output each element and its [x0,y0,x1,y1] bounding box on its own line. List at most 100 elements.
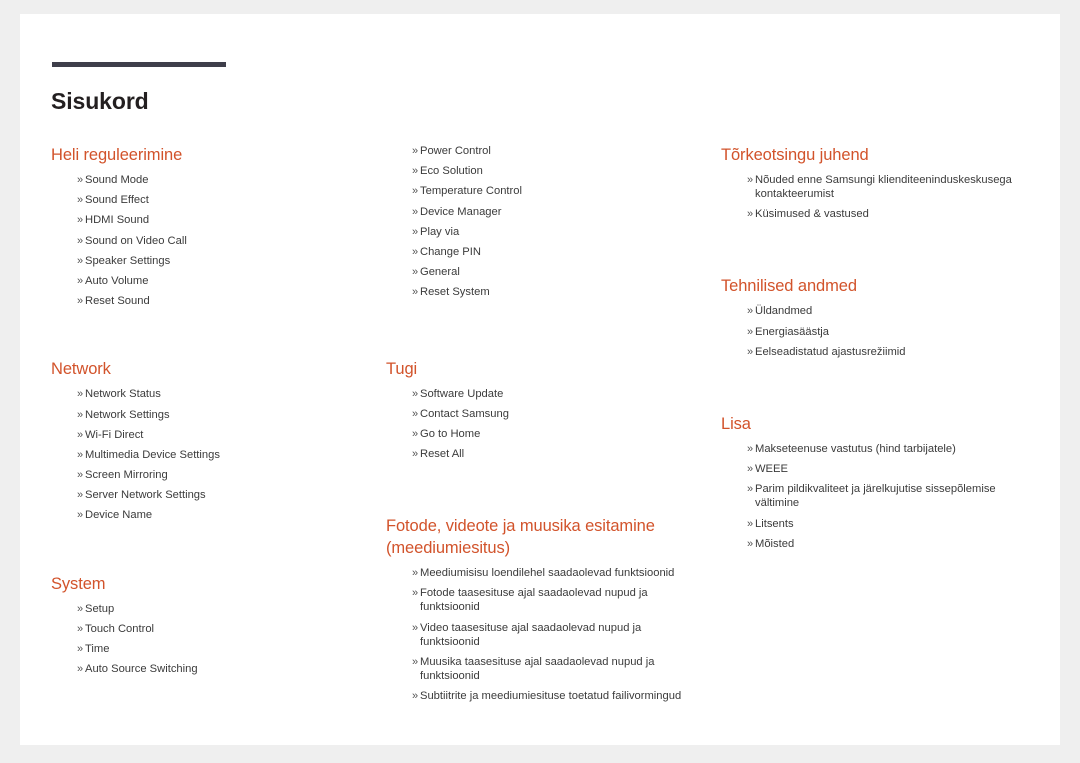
chevron-marker-icon: » [77,622,84,635]
toc-entry-label: Sound Effect [85,194,149,207]
toc-entry-label: Makseteenuse vastutus (hind tarbijatele) [755,442,956,455]
toc-entry[interactable]: » Server Network Settings [77,488,361,502]
chevron-marker-icon: » [77,274,84,287]
section-heading[interactable]: Lisa [721,413,1041,435]
toc-entry[interactable]: » General [412,265,696,279]
toc-entry[interactable]: » Contact Samsung [412,407,696,421]
toc-entry[interactable]: » WEEE [747,462,1041,476]
toc-entry[interactable]: » Küsimused & vastused [747,207,1041,221]
toc-entry[interactable]: » Touch Control [77,622,361,636]
toc-entry[interactable]: » Wi-Fi Direct [77,428,361,442]
toc-entry[interactable]: » Auto Volume [77,274,361,288]
section-heading[interactable]: Tehnilised andmed [721,275,1041,297]
toc-entry[interactable]: » Sound on Video Call [77,234,361,248]
section-heading[interactable]: Fotode, videote ja muusika esitamine (me… [386,515,696,559]
section-heading[interactable]: Tõrkeotsingu juhend [721,144,1041,166]
toc-entry[interactable]: » Auto Source Switching [77,662,361,676]
toc-entry[interactable]: » Meediumisisu loendilehel saadaolevad fu… [412,566,696,580]
toc-entry-label: Device Name [85,509,153,522]
toc-entry[interactable]: » Go to Home [412,427,696,441]
toc-entry-label: Üldandmed [755,305,813,318]
toc-entry[interactable]: » Change PIN [412,245,696,259]
toc-entry-label: Eco Solution [420,165,483,178]
section-heading[interactable]: Network [51,358,361,380]
toc-entry-list: » Network Status » Network Settings » Wi-Fi… [51,387,361,522]
toc-entry-label: Parim pildikvaliteet ja järelkujutise si… [755,483,996,510]
toc-section-heli-reguleerimine: Heli reguleerimine » Sound Mode » Sound Ef… [51,144,361,308]
toc-entry-label: WEEE [755,463,788,476]
toc-entry-label: Litsents [755,517,794,530]
toc-entry[interactable]: » Network Settings [77,408,361,422]
toc-entry[interactable]: » Mõisted [747,537,1041,551]
toc-entry[interactable]: » Subtiitrite ja meediumiesituse toetatud… [412,689,696,703]
toc-entry[interactable]: » Litsents [747,517,1041,531]
toc-entry-label: Meediumisisu loendilehel saadaolevad fun… [420,567,675,580]
toc-entry-label: Device Manager [420,205,502,218]
toc-entry[interactable]: » Eelseadistatud ajastusrežiimid [747,345,1041,359]
toc-section-torkeotsingu-juhend: Tõrkeotsingu juhend » Nõuded enne Samsung… [721,144,1041,221]
chevron-marker-icon: » [77,388,84,401]
chevron-marker-icon: » [747,325,754,338]
toc-entry[interactable]: » Device Manager [412,205,696,219]
toc-entry-label: Wi-Fi Direct [85,428,144,441]
toc-entry[interactable]: » Eco Solution [412,164,696,178]
chevron-marker-icon: » [747,345,754,358]
toc-entry[interactable]: » Muusika taasesituse ajal saadaolevad nu… [412,655,696,683]
toc-entry-label: Subtiitrite ja meediumiesituse toetatud … [420,690,682,702]
toc-entry[interactable]: » Power Control [412,144,696,158]
toc-entry-label: Eelseadistatud ajastusrežiimid [755,345,906,358]
toc-entry-list: » Üldandmed » Energiasäästja » Eelseadistat… [721,304,1041,358]
toc-entry[interactable]: » Video taasesituse ajal saadaolevad nupu… [412,621,696,649]
toc-entry[interactable]: » Screen Mirroring [77,468,361,482]
section-heading[interactable]: Tugi [386,358,696,380]
toc-entry[interactable]: » Sound Effect [77,193,361,207]
toc-entry[interactable]: » Üldandmed [747,304,1041,318]
toc-entry[interactable]: » HDMI Sound [77,213,361,227]
toc-entry[interactable]: » Parim pildikvaliteet ja järelkujutise s… [747,482,1041,510]
toc-entry[interactable]: » Temperature Control [412,184,696,198]
chevron-marker-icon: » [77,448,84,461]
toc-entry[interactable]: » Energiasäästja [747,325,1041,339]
chevron-marker-icon: » [747,208,754,221]
toc-entry[interactable]: » Device Name [77,508,361,522]
toc-section-network: Network » Network Status » Network Setting… [51,358,361,522]
chevron-marker-icon: » [77,602,84,615]
toc-entry-list: » Nõuded enne Samsungi klienditeeninduske… [721,173,1041,221]
toc-entry[interactable]: » Reset System [412,285,696,299]
section-heading[interactable]: System [51,573,361,595]
toc-entry[interactable]: » Setup [77,602,361,616]
toc-entry[interactable]: » Fotode taasesituse ajal saadaolevad nup… [412,586,696,614]
toc-section-system: System » Setup » Touch Control » Time » Auto… [51,573,361,677]
toc-entry[interactable]: » Reset Sound [77,294,361,308]
chevron-marker-icon: » [77,428,84,441]
chevron-marker-icon: » [412,567,419,580]
chevron-marker-icon: » [412,165,419,178]
chevron-marker-icon: » [77,295,84,308]
chevron-marker-icon: » [747,442,754,455]
toc-entry-label: Fotode taasesituse ajal saadaolevad nupu… [420,587,648,614]
toc-entry[interactable]: » Network Status [77,387,361,401]
toc-entry[interactable]: » Play via [412,225,696,239]
toc-entry-label: Reset All [420,448,465,461]
chevron-marker-icon: » [77,194,84,207]
section-heading[interactable]: Heli reguleerimine [51,144,361,166]
toc-entry[interactable]: » Makseteenuse vastutus (hind tarbijatele… [747,442,1041,456]
toc-entry-label: Reset System [420,286,490,299]
toc-entry[interactable]: » Speaker Settings [77,254,361,268]
toc-entry[interactable]: » Software Update [412,387,696,401]
page-title: Sisukord [51,88,149,114]
toc-entry[interactable]: » Nõuded enne Samsungi klienditeeninduske… [747,173,1041,201]
toc-entry[interactable]: » Time [77,642,361,656]
toc-entry-label: Software Update [420,387,504,400]
chevron-marker-icon: » [747,463,754,476]
toc-entry[interactable]: » Multimedia Device Settings [77,448,361,462]
toc-entry-label: Auto Volume [85,274,149,287]
toc-entry[interactable]: » Reset All [412,447,696,461]
toc-entry-list: » Software Update » Contact Samsung » Go to… [386,387,696,462]
toc-entry[interactable]: » Sound Mode [77,173,361,187]
chevron-marker-icon: » [77,509,84,522]
chevron-marker-icon: » [412,286,419,299]
chevron-marker-icon: » [747,537,754,550]
